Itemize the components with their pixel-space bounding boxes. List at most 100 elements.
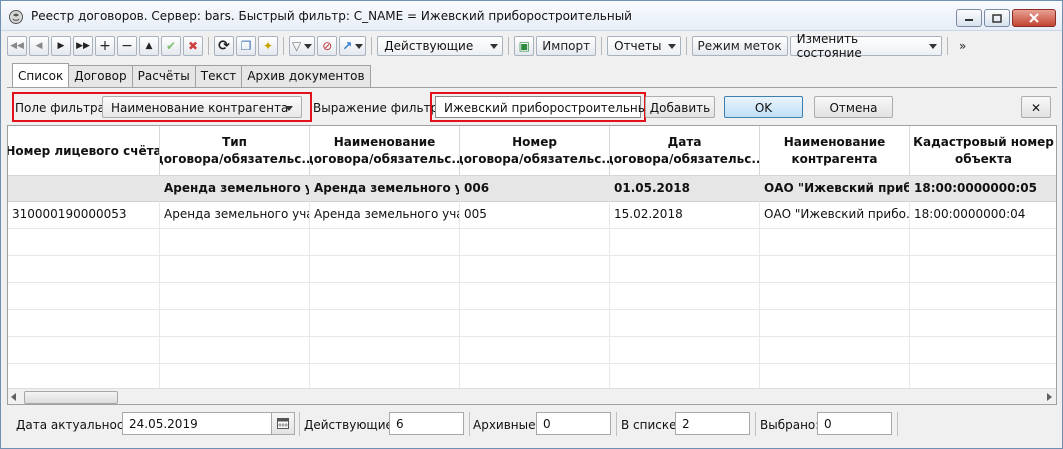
table-cell[interactable]	[610, 229, 760, 256]
table-cell[interactable]	[160, 256, 310, 283]
navigate-button[interactable]: ↗	[339, 36, 367, 56]
scroll-right-icon[interactable]	[1047, 393, 1052, 401]
close-filter-button[interactable]: ✕	[1021, 96, 1051, 118]
last-record-button[interactable]: ▶▶	[73, 36, 93, 56]
table-cell[interactable]: Аренда земельного уча...	[310, 202, 460, 229]
table-cell[interactable]: 15.02.2018	[610, 202, 760, 229]
table-cell[interactable]	[460, 337, 610, 364]
table-cell[interactable]	[8, 364, 160, 391]
reports-menu-button[interactable]: Отчеты	[607, 36, 681, 56]
table-cell[interactable]	[160, 337, 310, 364]
import-button[interactable]: Импорт	[536, 36, 597, 56]
table-cell[interactable]	[160, 283, 310, 310]
clear-filter-button[interactable]: ⊘	[317, 36, 338, 56]
edit-record-button[interactable]: ▲	[139, 36, 159, 56]
table-cell[interactable]	[310, 337, 460, 364]
copy-button[interactable]: ❐	[236, 36, 256, 56]
table-row[interactable]	[8, 364, 1056, 391]
filter-button[interactable]: ▽	[289, 36, 316, 56]
table-cell[interactable]	[910, 337, 1056, 364]
table-cell[interactable]	[610, 256, 760, 283]
table-cell[interactable]	[460, 364, 610, 391]
table-row[interactable]	[8, 310, 1056, 337]
table-cell[interactable]	[910, 256, 1056, 283]
filter-expression-input[interactable]: Ижевский приборостроительный	[435, 96, 655, 118]
delete-record-button[interactable]: −	[117, 36, 137, 56]
table-cell[interactable]	[760, 364, 910, 391]
table-cell[interactable]	[460, 310, 610, 337]
horizontal-scrollbar[interactable]	[8, 388, 1056, 404]
table-cell[interactable]	[760, 337, 910, 364]
table-cell[interactable]	[8, 337, 160, 364]
refresh-button[interactable]: ⟳	[214, 36, 234, 56]
table-cell[interactable]: 005	[460, 202, 610, 229]
cancel-button[interactable]: Отмена	[814, 96, 893, 118]
table-cell[interactable]	[760, 256, 910, 283]
table-cell[interactable]	[910, 229, 1056, 256]
table-cell[interactable]	[460, 229, 610, 256]
tab-document-archive[interactable]: Архив документов	[241, 65, 371, 87]
column-header-contract-type[interactable]: Тип договора/обязательс...	[160, 126, 310, 176]
table-cell[interactable]	[760, 283, 910, 310]
cancel-edit-button[interactable]: ✖	[183, 36, 203, 56]
table-cell[interactable]	[310, 364, 460, 391]
filter-field-select[interactable]: Наименование контрагента	[102, 96, 302, 118]
add-filter-button[interactable]: Добавить	[645, 96, 715, 118]
tab-text[interactable]: Текст	[194, 65, 243, 87]
table-cell[interactable]	[8, 256, 160, 283]
title-bar[interactable]: Реестр договоров. Сервер: bars. Быстрый …	[1, 1, 1062, 31]
tab-list[interactable]: Список	[12, 63, 70, 87]
excel-button[interactable]: ▣	[514, 36, 535, 56]
status-filter-combo[interactable]: Действующие	[377, 36, 504, 56]
table-cell[interactable]	[460, 256, 610, 283]
tab-contract[interactable]: Договор	[68, 65, 133, 87]
prev-record-button[interactable]: ◀	[29, 36, 49, 56]
table-row[interactable]	[8, 229, 1056, 256]
ok-button[interactable]: OK	[724, 96, 803, 118]
table-row[interactable]	[8, 283, 1056, 310]
column-header-counterparty-name[interactable]: Наименование контрагента	[760, 126, 910, 176]
column-header-cadastral-number[interactable]: Кадастровый номер объекта	[910, 126, 1056, 176]
table-cell[interactable]	[8, 283, 160, 310]
table-row[interactable]	[8, 256, 1056, 283]
minimize-button[interactable]	[956, 9, 982, 27]
table-cell[interactable]	[310, 310, 460, 337]
table-cell[interactable]	[610, 310, 760, 337]
table-cell[interactable]	[610, 337, 760, 364]
maximize-button[interactable]	[984, 9, 1010, 27]
toolbar-overflow-button[interactable]: »	[953, 36, 973, 56]
table-cell[interactable]	[310, 256, 460, 283]
next-record-button[interactable]: ▶	[51, 36, 71, 56]
table-cell[interactable]	[310, 283, 460, 310]
first-record-button[interactable]: ◀◀	[7, 36, 27, 56]
post-button[interactable]: ✔	[161, 36, 181, 56]
table-cell[interactable]	[460, 283, 610, 310]
tab-calculations[interactable]: Расчёты	[131, 65, 196, 87]
table-cell[interactable]	[310, 229, 460, 256]
table-cell[interactable]	[910, 310, 1056, 337]
table-cell[interactable]	[910, 283, 1056, 310]
scroll-left-icon[interactable]	[11, 393, 16, 401]
table-row[interactable]	[8, 337, 1056, 364]
add-record-button[interactable]: +	[95, 36, 115, 56]
table-cell[interactable]: 310000190000053	[8, 202, 160, 229]
close-window-button[interactable]	[1012, 9, 1056, 27]
table-cell[interactable]	[610, 283, 760, 310]
calendar-button[interactable]	[271, 412, 295, 435]
table-cell[interactable]	[760, 229, 910, 256]
wizard-button[interactable]: ✦	[258, 36, 278, 56]
table-cell[interactable]	[160, 310, 310, 337]
table-cell[interactable]: 18:00:0000000:04	[910, 202, 1056, 229]
table-cell[interactable]: Аренда земельного уча...	[160, 202, 310, 229]
table-cell[interactable]	[910, 364, 1056, 391]
table-cell[interactable]	[160, 364, 310, 391]
date-input[interactable]: 24.05.2019	[122, 412, 272, 435]
table-cell[interactable]	[8, 310, 160, 337]
column-header-contract-date[interactable]: Дата договора/обязательс...	[610, 126, 760, 176]
column-header-account-number[interactable]: Номер лицевого счёта	[8, 126, 160, 176]
column-header-contract-name[interactable]: Наименование договора/обязательс...	[310, 126, 460, 176]
table-cell[interactable]	[160, 229, 310, 256]
marks-mode-button[interactable]: Режим меток	[691, 36, 788, 56]
scrollbar-thumb[interactable]	[24, 391, 118, 404]
table-row[interactable]: 310000190000053 Аренда земельного уча... А…	[8, 202, 1056, 229]
